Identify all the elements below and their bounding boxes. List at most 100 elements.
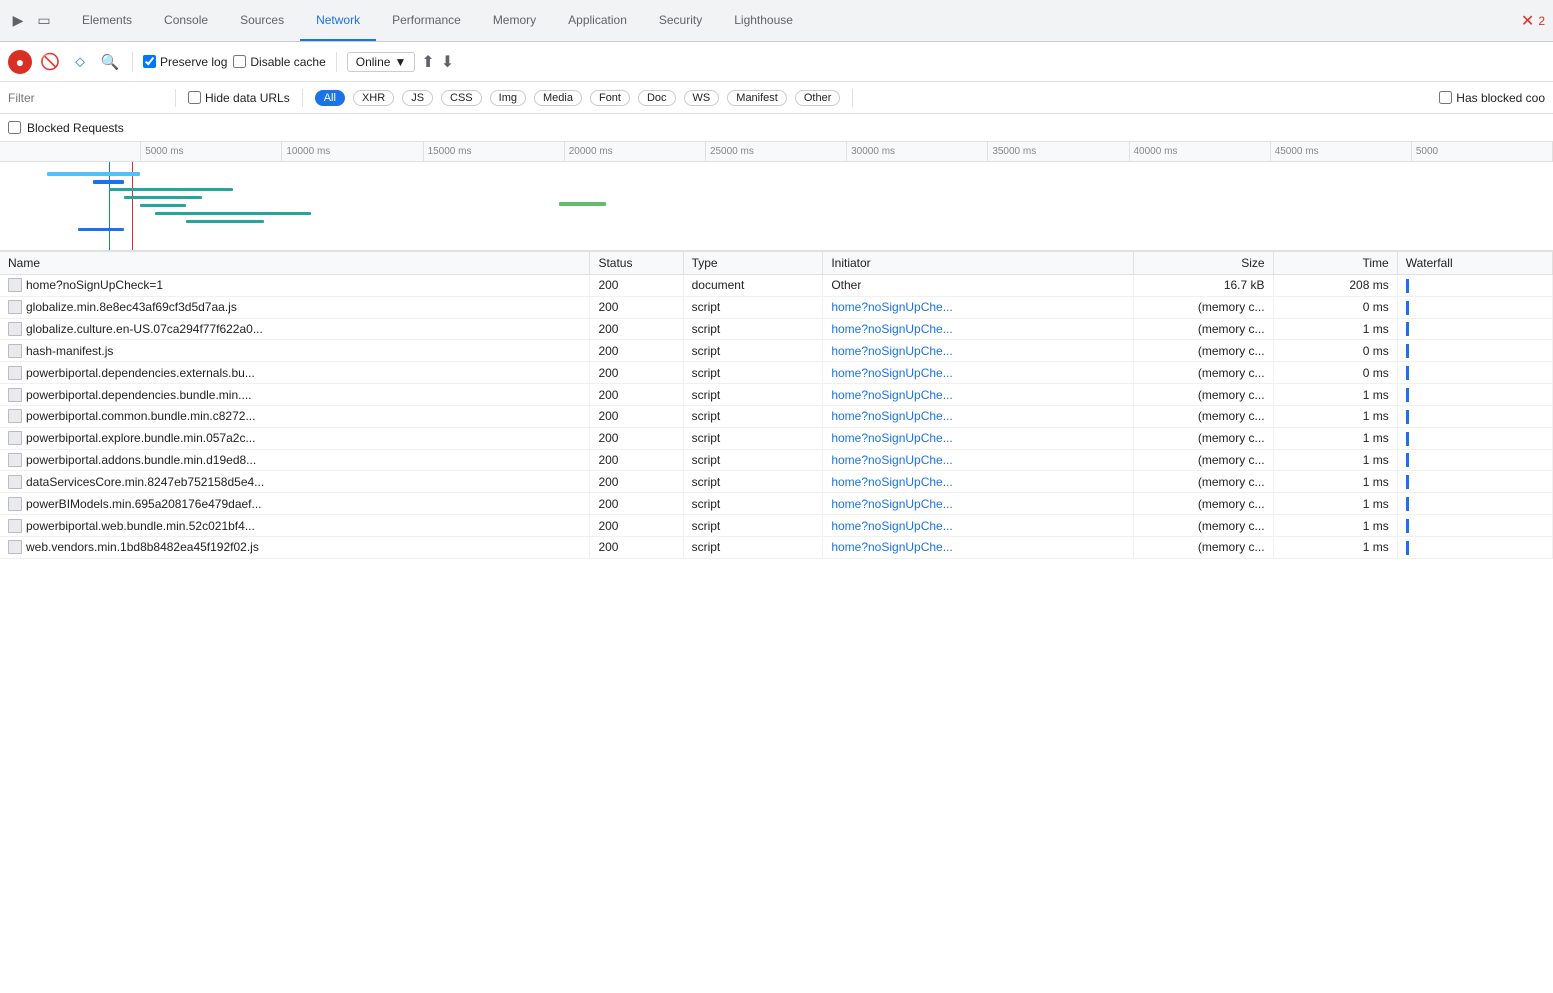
hide-data-urls-checkbox[interactable]: Hide data URLs	[188, 91, 290, 105]
hide-data-urls-input[interactable]	[188, 91, 201, 104]
tab-elements[interactable]: Elements	[66, 0, 148, 41]
header-time[interactable]: Time	[1273, 252, 1397, 275]
cell-status: 200	[590, 536, 683, 558]
table-row[interactable]: powerbiportal.dependencies.bundle.min...…	[0, 384, 1553, 406]
initiator-link[interactable]: home?noSignUpChe...	[831, 366, 952, 380]
cell-size: (memory c...	[1133, 493, 1273, 515]
disable-cache-input[interactable]	[233, 55, 246, 68]
initiator-link[interactable]: home?noSignUpChe...	[831, 540, 952, 554]
filter-img[interactable]: Img	[490, 90, 526, 106]
has-blocked-checkbox[interactable]	[1439, 91, 1452, 104]
filter-doc[interactable]: Doc	[638, 90, 676, 106]
waterfall-bar	[1406, 432, 1409, 446]
table-row[interactable]: hash-manifest.js200scripthome?noSignUpCh…	[0, 340, 1553, 362]
cell-type: script	[683, 471, 823, 493]
header-status[interactable]: Status	[590, 252, 683, 275]
device-icon[interactable]: ▭	[34, 11, 54, 31]
cell-status: 200	[590, 449, 683, 471]
header-initiator[interactable]: Initiator	[823, 252, 1134, 275]
cell-initiator: home?noSignUpChe...	[823, 340, 1134, 362]
table-row[interactable]: globalize.culture.en-US.07ca294f77f622a0…	[0, 318, 1553, 340]
filter-all[interactable]: All	[315, 90, 345, 106]
filter-media[interactable]: Media	[534, 90, 582, 106]
tab-console[interactable]: Console	[148, 0, 224, 41]
initiator-link[interactable]: home?noSignUpChe...	[831, 300, 952, 314]
table-row[interactable]: dataServicesCore.min.8247eb752158d5e4...…	[0, 471, 1553, 493]
cursor-icon[interactable]: ▶	[8, 11, 28, 31]
blocked-requests-checkbox[interactable]	[8, 121, 21, 134]
filter-xhr[interactable]: XHR	[353, 90, 394, 106]
file-icon	[8, 366, 22, 380]
waterfall-bar	[1406, 519, 1409, 533]
tab-lighthouse[interactable]: Lighthouse	[718, 0, 809, 41]
tab-security[interactable]: Security	[643, 0, 718, 41]
initiator-link[interactable]: home?noSignUpChe...	[831, 322, 952, 336]
table-row[interactable]: home?noSignUpCheck=1200documentOther16.7…	[0, 275, 1553, 297]
cell-name: powerbiportal.web.bundle.min.52c021bf4..…	[0, 515, 590, 537]
header-waterfall[interactable]: Waterfall	[1397, 252, 1552, 275]
filter-icon[interactable]: ⬦	[68, 50, 92, 74]
initiator-link[interactable]: home?noSignUpChe...	[831, 475, 952, 489]
cell-time: 1 ms	[1273, 493, 1397, 515]
filter-css[interactable]: CSS	[441, 90, 482, 106]
cell-status: 200	[590, 318, 683, 340]
cell-time: 1 ms	[1273, 405, 1397, 427]
tab-memory[interactable]: Memory	[477, 0, 552, 41]
record-button[interactable]: ●	[8, 50, 32, 74]
initiator-link[interactable]: home?noSignUpChe...	[831, 431, 952, 445]
filter-other[interactable]: Other	[795, 90, 841, 106]
table-row[interactable]: powerbiportal.common.bundle.min.c8272...…	[0, 405, 1553, 427]
filter-ws[interactable]: WS	[684, 90, 720, 106]
network-table-container[interactable]: Name Status Type Initiator Size Time Wat…	[0, 252, 1553, 993]
initiator-link[interactable]: home?noSignUpChe...	[831, 388, 952, 402]
tab-performance[interactable]: Performance	[376, 0, 477, 41]
initiator-link[interactable]: home?noSignUpChe...	[831, 453, 952, 467]
file-icon	[8, 475, 22, 489]
table-row[interactable]: globalize.min.8e8ec43af69cf3d5d7aa.js200…	[0, 296, 1553, 318]
download-button[interactable]: ⬇	[441, 52, 454, 72]
network-table: Name Status Type Initiator Size Time Wat…	[0, 252, 1553, 559]
timeline-chart[interactable]	[0, 162, 1553, 252]
header-type[interactable]: Type	[683, 252, 823, 275]
initiator-link[interactable]: home?noSignUpChe...	[831, 344, 952, 358]
error-badge[interactable]: ✕ 2	[1521, 11, 1545, 31]
cell-waterfall	[1397, 318, 1552, 340]
initiator-link[interactable]: home?noSignUpChe...	[831, 409, 952, 423]
online-dropdown[interactable]: Online ▼	[347, 52, 416, 72]
tab-bar: ▶ ▭ Elements Console Sources Network Per…	[0, 0, 1553, 42]
initiator-link[interactable]: home?noSignUpChe...	[831, 497, 952, 511]
upload-button[interactable]: ⬆	[421, 52, 434, 72]
search-button[interactable]: 🔍	[98, 50, 122, 74]
initiator-link[interactable]: home?noSignUpChe...	[831, 519, 952, 533]
filter-js[interactable]: JS	[402, 90, 433, 106]
table-row[interactable]: powerbiportal.web.bundle.min.52c021bf4..…	[0, 515, 1553, 537]
cell-type: script	[683, 405, 823, 427]
table-row[interactable]: powerbiportal.dependencies.externals.bu.…	[0, 362, 1553, 384]
filter-font[interactable]: Font	[590, 90, 630, 106]
ruler-9: 45000 ms	[1271, 142, 1412, 161]
tab-application[interactable]: Application	[552, 0, 643, 41]
disable-cache-checkbox[interactable]: Disable cache	[233, 55, 325, 69]
preserve-log-input[interactable]	[143, 55, 156, 68]
clear-button[interactable]: 🚫	[38, 50, 62, 74]
tab-sources[interactable]: Sources	[224, 0, 300, 41]
header-size[interactable]: Size	[1133, 252, 1273, 275]
cell-name: web.vendors.min.1bd8b8482ea45f192f02.js	[0, 536, 590, 558]
ruler-7: 35000 ms	[988, 142, 1129, 161]
header-name[interactable]: Name	[0, 252, 590, 275]
file-icon	[8, 540, 22, 554]
preserve-log-checkbox[interactable]: Preserve log	[143, 55, 227, 69]
table-row[interactable]: powerbiportal.addons.bundle.min.d19ed8..…	[0, 449, 1553, 471]
table-row[interactable]: powerBIModels.min.695a208176e479daef...2…	[0, 493, 1553, 515]
filter-sep-3	[852, 89, 853, 107]
filter-input[interactable]	[8, 91, 163, 105]
cell-size: (memory c...	[1133, 362, 1273, 384]
cell-size: (memory c...	[1133, 296, 1273, 318]
cell-initiator: home?noSignUpChe...	[823, 536, 1134, 558]
filter-manifest[interactable]: Manifest	[727, 90, 787, 106]
table-row[interactable]: web.vendors.min.1bd8b8482ea45f192f02.js2…	[0, 536, 1553, 558]
cell-status: 200	[590, 340, 683, 362]
table-row[interactable]: powerbiportal.explore.bundle.min.057a2c.…	[0, 427, 1553, 449]
cell-waterfall	[1397, 340, 1552, 362]
tab-network[interactable]: Network	[300, 0, 376, 41]
